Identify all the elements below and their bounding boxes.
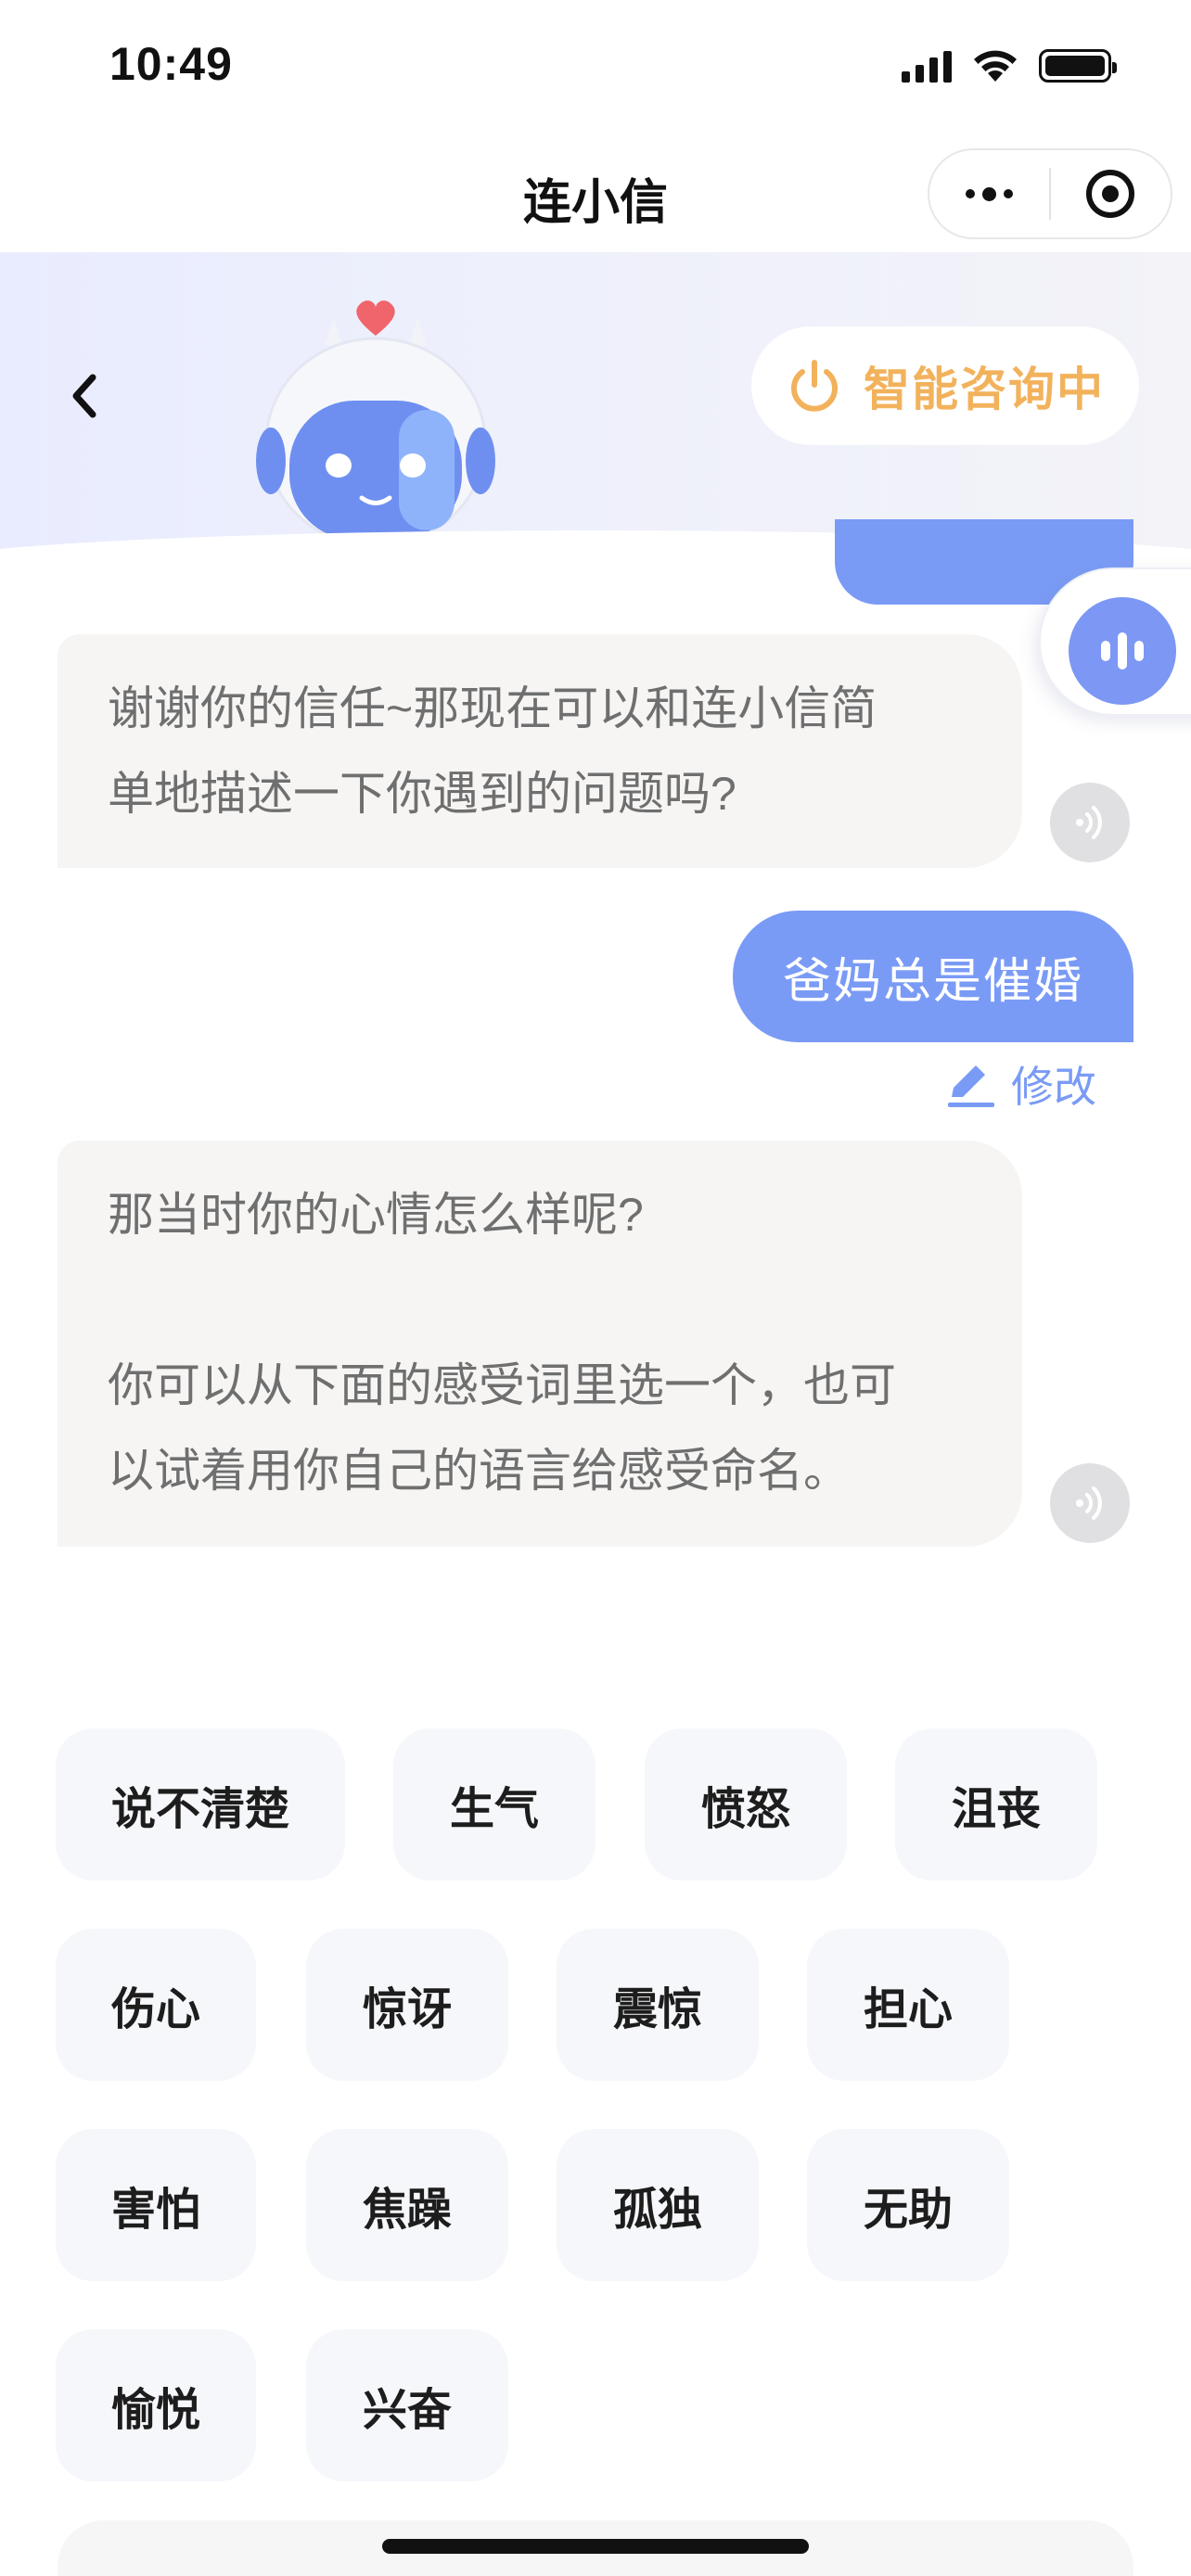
navbar: 连小信 — [0, 139, 1191, 252]
play-audio-button[interactable] — [1050, 1463, 1130, 1543]
message-line: 谢谢你的信任~那现在可以和连小信简 — [108, 682, 877, 734]
miniprogram-capsule — [928, 148, 1172, 239]
wifi-icon — [974, 50, 1017, 82]
consult-status-label: 智能咨询中 — [864, 363, 1105, 415]
emotion-chip[interactable]: 说不清楚 — [56, 1728, 345, 1881]
emotion-chip[interactable]: 害怕 — [56, 2129, 256, 2281]
voice-icon — [1069, 597, 1176, 705]
emotion-chip[interactable]: 沮丧 — [895, 1728, 1097, 1881]
message-line: 你可以从下面的感受词里选一个，也可 — [108, 1359, 896, 1411]
message-line — [108, 1257, 972, 1343]
emotion-chip[interactable]: 伤心 — [56, 1929, 256, 2081]
cellular-signal-icon — [902, 49, 952, 83]
more-dots-icon — [966, 186, 1013, 201]
bot-message-bubble: 谢谢你的信任~那现在可以和连小信简 单地描述一下你遇到的问题吗? — [58, 634, 1022, 868]
home-indicator — [382, 2539, 809, 2554]
voice-input-float[interactable] — [1039, 567, 1191, 716]
emotion-chip[interactable]: 焦躁 — [306, 2129, 508, 2281]
emotion-chip[interactable]: 担心 — [807, 1929, 1009, 2081]
emotion-chip[interactable]: 生气 — [393, 1728, 596, 1881]
bot-message-bubble: 那当时你的心情怎么样呢? 你可以从下面的感受词里选一个，也可 以试着用你自己的语… — [58, 1141, 1022, 1547]
close-miniprogram-button[interactable] — [1051, 150, 1171, 237]
target-icon — [1086, 170, 1135, 218]
consult-status-pill[interactable]: 智能咨询中 — [751, 326, 1139, 445]
emotion-chip[interactable]: 震惊 — [557, 1929, 759, 2081]
message-line: 单地描述一下你遇到的问题吗? — [108, 768, 736, 820]
robot-mascot-icon — [256, 300, 495, 567]
emotion-chip[interactable]: 孤独 — [557, 2129, 759, 2281]
status-bar: 10:49 — [0, 0, 1191, 139]
edit-message-link[interactable]: 修改 — [944, 1053, 1096, 1115]
message-line: 那当时你的心情怎么样呢? — [108, 1189, 644, 1241]
message-line: 以试着用你自己的语言给感受命名。 — [108, 1445, 850, 1497]
speaker-icon — [1076, 1486, 1102, 1520]
user-message-bubble: 爸妈总是催婚 — [733, 911, 1133, 1042]
play-audio-button[interactable] — [1050, 783, 1130, 862]
battery-icon — [1039, 49, 1117, 83]
edit-label: 修改 — [1011, 1063, 1096, 1111]
back-icon — [72, 374, 96, 418]
emotion-chip[interactable]: 惊讶 — [306, 1929, 508, 2081]
edit-icon — [948, 1065, 994, 1107]
emotion-chip[interactable]: 愤怒 — [645, 1728, 847, 1881]
back-button[interactable] — [56, 363, 111, 428]
speaker-icon — [1076, 806, 1102, 839]
power-icon — [791, 360, 838, 412]
status-time: 10:49 — [109, 38, 233, 90]
emotion-chip[interactable]: 兴奋 — [306, 2329, 508, 2481]
status-icons — [902, 48, 1117, 83]
more-button[interactable] — [929, 150, 1049, 237]
emotion-chip[interactable]: 无助 — [807, 2129, 1009, 2281]
emotion-chip[interactable]: 愉悦 — [56, 2329, 256, 2481]
